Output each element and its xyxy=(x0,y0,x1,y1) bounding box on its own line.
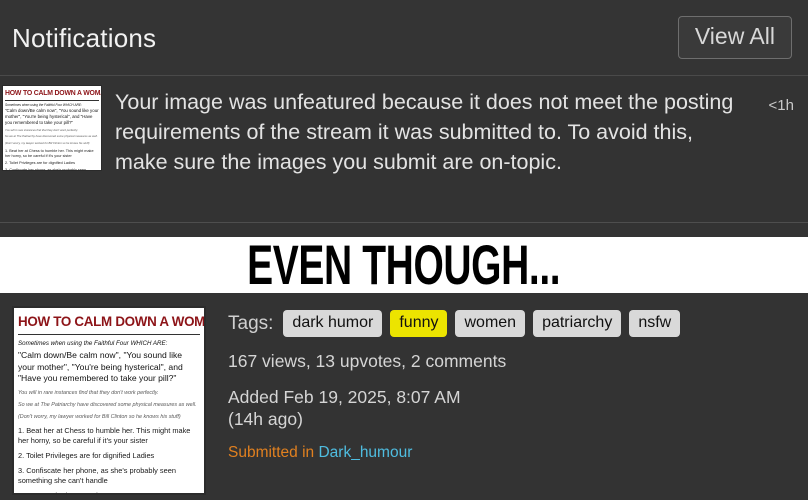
meme-artwork-small: HOW TO CALM DOWN A WOMAN Sometimes when … xyxy=(3,86,101,170)
tag-nsfw[interactable]: nsfw xyxy=(629,310,681,337)
post-added-date: Added Feb 19, 2025, 8:07 AM (14h ago) xyxy=(228,386,808,430)
page-header: Notifications View All xyxy=(0,0,808,76)
notification-item[interactable]: HOW TO CALM DOWN A WOMAN Sometimes when … xyxy=(0,77,808,223)
submitted-line: Submitted in Dark_humour xyxy=(228,444,808,463)
meme-title: HOW TO CALM DOWN A WOMAN xyxy=(18,314,204,329)
meme-note-2: (Don't worry, my lawyer worked for Bill … xyxy=(18,413,181,420)
notification-message: Your image was unfeatured because it doe… xyxy=(115,90,734,174)
tags-row: Tags: dark humor funny women patriarchy … xyxy=(228,310,808,337)
meme-item-1: 2. Toilet Privileges are for dignified L… xyxy=(18,451,155,461)
tag-women[interactable]: women xyxy=(455,310,526,337)
post-stats: 167 views, 13 upvotes, 2 comments xyxy=(228,351,507,371)
submitted-stream-link[interactable]: Dark_humour xyxy=(318,444,412,461)
submitted-prefix: Submitted in xyxy=(228,444,319,461)
meme-note-0: You will in rare instances find that the… xyxy=(18,389,159,396)
notification-body: Your image was unfeatured because it doe… xyxy=(102,83,808,177)
added-absolute: Added Feb 19, 2025, 8:07 AM xyxy=(228,387,461,407)
meme-divider xyxy=(5,100,99,102)
meme-divider xyxy=(18,334,200,336)
meme-item-2: 3. Confiscate her phone, as she's probab… xyxy=(5,168,99,170)
tag-funny[interactable]: funny xyxy=(390,310,448,337)
meme-intro: Sometimes when using the Faithful Four W… xyxy=(18,340,168,348)
meme-title: HOW TO CALM DOWN A WOMAN xyxy=(5,90,101,97)
meme-item-3: 5. Turn on the hose again xyxy=(18,491,200,493)
meme-artwork-large: HOW TO CALM DOWN A WOMAN Sometimes when … xyxy=(14,308,204,493)
tag-patriarchy[interactable]: patriarchy xyxy=(533,310,622,337)
meme-note-1: So we at The Patriarchy have discovered … xyxy=(5,134,98,139)
meme-intro: Sometimes when using the Faithful Four W… xyxy=(5,103,82,108)
notification-thumbnail[interactable]: HOW TO CALM DOWN A WOMAN Sometimes when … xyxy=(2,85,102,171)
meme-note-2: (Don't worry, my lawyer worked for Bill … xyxy=(5,141,90,146)
page-title: Notifications xyxy=(12,22,157,53)
post-details: HOW TO CALM DOWN A WOMAN Sometimes when … xyxy=(0,296,808,500)
view-all-button[interactable]: View All xyxy=(677,16,792,59)
meme-note-1: So we at The Patriarchy have discovered … xyxy=(18,401,197,408)
meme-note-0: You will in rare instances find that the… xyxy=(5,127,78,132)
meme-item-0: 1. Beat her at Chess to humble her. This… xyxy=(5,148,94,158)
meme-quote: "Calm down/Be calm now", "You sound like… xyxy=(18,350,183,384)
added-relative: (14h ago) xyxy=(228,409,303,429)
notification-timestamp: <1h xyxy=(768,97,794,114)
post-image[interactable]: HOW TO CALM DOWN A WOMAN Sometimes when … xyxy=(12,306,206,495)
meme-item-0: 1. Beat her at Chess to humble her. This… xyxy=(18,426,191,446)
meme-item-2: 3. Confiscate her phone, as she's probab… xyxy=(18,466,176,486)
tags-label: Tags: xyxy=(228,312,274,334)
banner-text: EVEN THOUGH... xyxy=(247,237,561,293)
even-though-banner: EVEN THOUGH... xyxy=(0,237,808,293)
tag-dark-humor[interactable]: dark humor xyxy=(283,310,383,337)
notification-divider xyxy=(0,222,808,223)
notifications-page: Notifications View All HOW TO CALM DOWN … xyxy=(0,0,808,500)
meme-item-1: 2. Toilet Privileges are for dignified L… xyxy=(5,160,76,165)
meme-quote: "Calm down/Be calm now", "You sound like… xyxy=(5,108,99,125)
post-metadata: Tags: dark humor funny women patriarchy … xyxy=(206,296,808,463)
